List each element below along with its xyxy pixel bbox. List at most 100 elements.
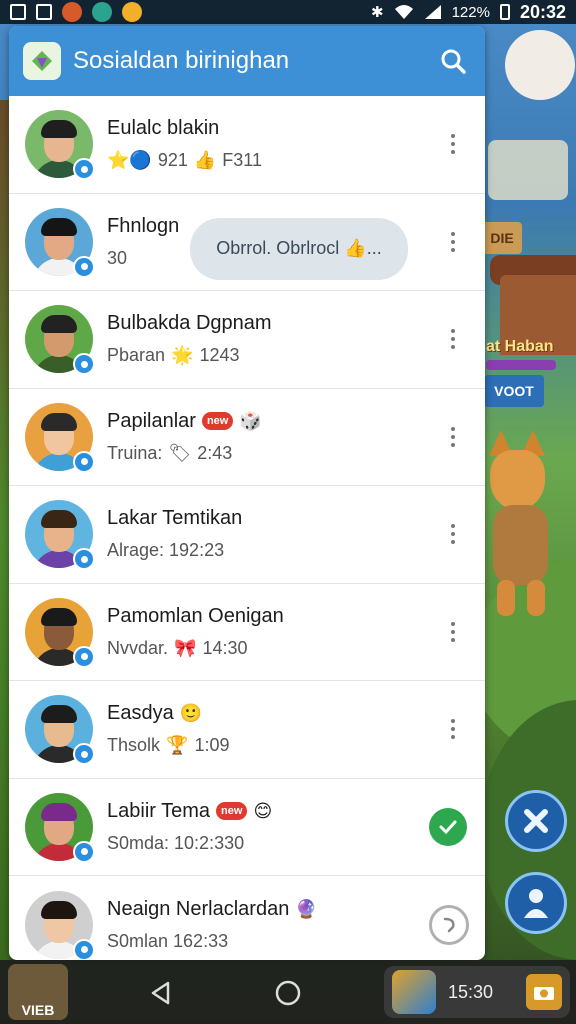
home-icon — [275, 980, 301, 1006]
contact-name-text: Bulbakda Dgpnam — [107, 312, 272, 335]
app-title: Sosialdan birinighan — [73, 47, 290, 74]
search-button[interactable] — [433, 41, 473, 81]
person-icon — [524, 889, 548, 918]
navigation-bar: VIEB 15:30 — [0, 960, 576, 1024]
camera-icon[interactable] — [526, 974, 562, 1010]
verified-badge-icon — [73, 450, 95, 473]
sub-emoji: 👍 — [193, 150, 217, 171]
more-options-button[interactable] — [433, 407, 473, 467]
name-emoji: 🎲 — [239, 410, 262, 431]
contact-text: Bulbakda Dgpnam Pbaran 🌟 1243 — [107, 312, 433, 366]
avatar[interactable] — [25, 792, 95, 863]
contact-name-text: Lakar Temtikan — [107, 507, 243, 530]
contact-name-text: Pamomlan Oenigan — [107, 604, 284, 627]
contact-status: S0mda: 10:2:330 — [107, 833, 429, 854]
contact-row[interactable]: Bulbakda Dgpnam Pbaran 🌟 1243 — [9, 291, 485, 389]
new-tag: new — [201, 412, 234, 431]
home-button[interactable] — [273, 978, 303, 1008]
avatar[interactable] — [25, 110, 95, 181]
contact-sub-text: S0mlan 162:33 — [107, 930, 229, 951]
checked-status-button[interactable] — [429, 807, 467, 846]
contact-name-text: Labiir Tema — [107, 799, 211, 822]
avatar[interactable] — [25, 402, 95, 473]
avatar[interactable] — [25, 597, 95, 668]
contact-name: Eulalc blakin — [107, 117, 433, 140]
contact-row[interactable]: Neaign Nerlaclardan 🔮 S0mlan 162:33 — [9, 876, 485, 960]
emoji-notification-icon — [122, 2, 142, 22]
contact-row[interactable]: Pamomlan Oenigan Nvvdar. 🎀 14:30 — [9, 584, 485, 681]
contact-name: Labiir Tema new 😊 — [107, 800, 429, 823]
contact-name: Lakar Temtikan — [107, 507, 433, 530]
background-sign: DIE — [482, 222, 522, 254]
contact-status: Pbaran 🌟 1243 — [107, 345, 433, 366]
background-bar — [486, 360, 556, 370]
social-app-panel: Sosialdan birinighan Eulalc blakin ⭐🔵 921… — [9, 26, 485, 960]
new-tag: new — [216, 802, 248, 821]
contact-text: Pamomlan Oenigan Nvvdar. 🎀 14:30 — [107, 605, 433, 659]
contact-sub-tail: 1243 — [199, 345, 240, 366]
verified-badge-icon — [73, 255, 95, 278]
message-preview-bubble: Obrrol. Obrlrocl 👍... — [190, 217, 408, 280]
signal-icon — [424, 5, 441, 19]
contact-list: Eulalc blakin ⭐🔵 921 👍 F311 Fhnlogn 30 Obrr… — [9, 96, 485, 960]
sub-emoji: 🏆 — [166, 735, 189, 756]
contact-text: Lakar Temtikan Alrage: 192:23 — [107, 507, 433, 561]
avatar[interactable] — [25, 207, 95, 278]
sub-emoji: 🌟 — [171, 345, 194, 366]
avatar[interactable] — [25, 305, 95, 376]
more-options-button[interactable] — [433, 504, 473, 564]
name-emoji: 🔮 — [295, 898, 318, 919]
more-options-button[interactable] — [433, 114, 473, 174]
contact-sub-text: Thsolk — [107, 735, 161, 756]
contact-sub-tail: 1:09 — [194, 735, 230, 756]
contact-name-text: Papilanlar — [107, 409, 196, 432]
refresh-button[interactable] — [429, 904, 469, 945]
verified-badge-icon — [73, 548, 95, 571]
recent-app-thumbnail[interactable]: VIEB — [8, 964, 68, 1020]
contact-row[interactable]: Eulalc blakin ⭐🔵 921 👍 F311 — [9, 96, 485, 194]
contact-status: S0mlan 162:33 — [107, 931, 429, 952]
battery-icon — [499, 4, 510, 20]
sub-emoji: 🎀 — [174, 637, 197, 658]
more-vert-icon — [451, 426, 455, 447]
contact-row[interactable]: Labiir Tema new 😊 S0mda: 10:2:330 — [9, 779, 485, 876]
app-notification-icon — [62, 2, 82, 22]
more-vert-icon — [451, 231, 455, 252]
contact-row[interactable]: Easdya 🙂 Thsolk 🏆 1:09 — [9, 681, 485, 779]
more-options-button[interactable] — [433, 602, 473, 662]
contact-text: Eulalc blakin ⭐🔵 921 👍 F311 — [107, 117, 433, 171]
contact-name: Pamomlan Oenigan — [107, 605, 433, 628]
avatar[interactable] — [25, 890, 95, 960]
avatar[interactable] — [25, 500, 95, 571]
contact-status: ⭐🔵 921 👍 F311 — [107, 150, 433, 171]
battery-percent: 122% — [451, 3, 490, 21]
contact-name: Papilanlar new 🎲 — [107, 410, 433, 433]
verified-badge-icon — [73, 353, 95, 376]
contact-row[interactable]: Papilanlar new 🎲 Truina: 🏷 2:43 — [9, 389, 485, 486]
contact-row[interactable]: Fhnlogn 30 Obrrol. Obrlrocl 👍... — [9, 194, 485, 291]
contact-name-text: Easdya — [107, 702, 174, 725]
name-emoji: 😊 — [253, 800, 273, 821]
contact-text: Neaign Nerlaclardan 🔮 S0mlan 162:33 — [107, 898, 429, 952]
name-emoji: 🙂 — [179, 703, 203, 724]
contact-sub-text: S0mda: 10:2:330 — [107, 832, 245, 853]
app-notification-icon — [92, 2, 112, 22]
back-button[interactable] — [146, 978, 176, 1008]
contact-row[interactable]: Lakar Temtikan Alrage: 192:23 — [9, 486, 485, 584]
more-vert-icon — [451, 719, 455, 740]
avatar[interactable] — [25, 695, 95, 766]
contact-sub-tail: F311 — [222, 150, 262, 171]
close-game-button[interactable] — [505, 790, 567, 852]
more-options-button[interactable] — [433, 309, 473, 369]
verified-badge-icon — [73, 938, 95, 960]
game-shortcut-bar[interactable]: 15:30 — [384, 966, 570, 1018]
profile-game-button[interactable] — [505, 872, 567, 934]
contact-name: Neaign Nerlaclardan 🔮 — [107, 898, 429, 921]
contact-name-text: Eulalc blakin — [107, 117, 220, 140]
contact-status: Truina: 🏷 2:43 — [107, 443, 433, 464]
background-panel — [488, 140, 568, 200]
more-options-button[interactable] — [433, 699, 473, 759]
more-options-button[interactable] — [433, 212, 473, 272]
wifi-icon — [394, 5, 413, 19]
background-label: VOOT — [484, 375, 544, 407]
